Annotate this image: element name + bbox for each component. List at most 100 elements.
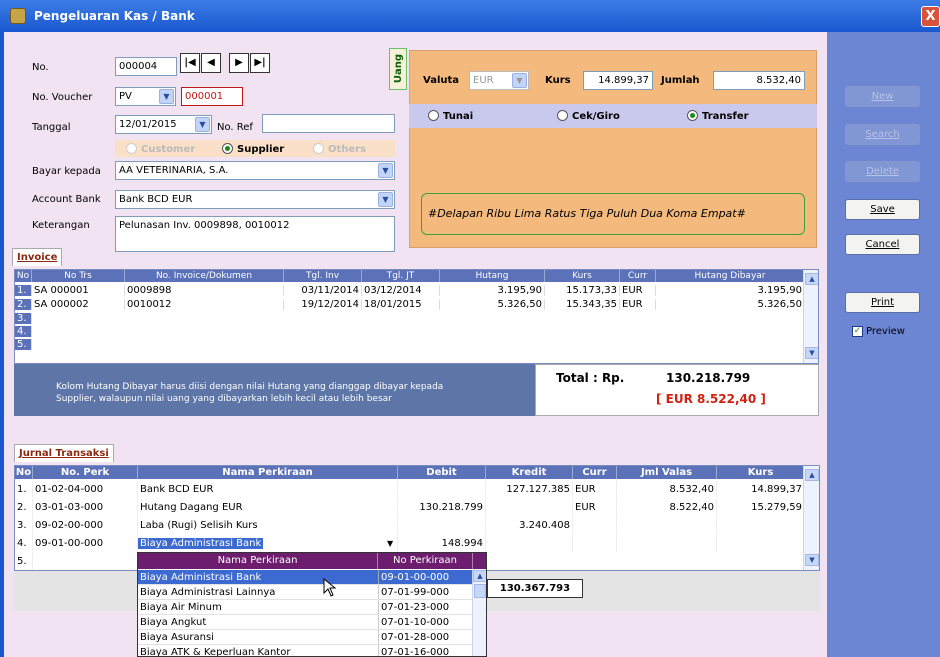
dropdown-item[interactable]: Biaya Administrasi Lainnya 07-01-99-000	[138, 585, 473, 600]
invoice-scrollbar[interactable]: ▲ ▼	[803, 270, 818, 363]
col-header: Debit	[398, 466, 486, 479]
scroll-down-icon[interactable]: ▼	[805, 347, 818, 359]
title-bar: Pengeluaran Kas / Bank X	[0, 0, 940, 32]
jurnal-header: No No. Perk Nama Perkiraan Debit Kredit …	[15, 466, 805, 479]
col-header: Tgl. Inv	[284, 270, 362, 282]
kurs-label: Kurs	[545, 75, 571, 86]
tab-uang[interactable]: Uang	[389, 48, 407, 90]
no-label: No.	[32, 62, 49, 73]
info-line-1: Kolom Hutang Dibayar harus diisi dengan …	[56, 382, 444, 392]
radio-tunai[interactable]: Tunai	[428, 110, 473, 122]
voucher-label: No. Voucher	[32, 92, 93, 103]
dropdown-item[interactable]: Biaya ATK & Keperluan Kantor 07-01-16-000	[138, 645, 473, 656]
dropdown-scrollbar[interactable]: ▲	[472, 569, 486, 656]
bayar-kepada-select[interactable]: AA VETERINARIA, S.A.	[115, 161, 395, 180]
radio-icon	[313, 143, 324, 154]
radio-icon	[428, 110, 439, 121]
dropdown-item[interactable]: Biaya Administrasi Bank 09-01-00-000	[138, 570, 473, 585]
invoice-header: No No Trs No. Invoice/Dokumen Tgl. Inv T…	[15, 270, 805, 282]
table-row[interactable]: 3. 09-02-00-000 Laba (Rugi) Selisih Kurs 3.…	[15, 517, 805, 534]
terbilang-text: #Delapan Ribu Lima Ratus Tiga Puluh Dua …	[421, 193, 805, 235]
jumlah-label: Jumlah	[661, 75, 700, 86]
col-header: Nama Perkiraan	[138, 466, 398, 479]
table-row[interactable]: 1. 01-02-04-000 Bank BCD EUR 127.127.385 EUR…	[15, 481, 805, 498]
radio-customer[interactable]: Customer	[126, 143, 195, 155]
noref-field[interactable]	[262, 114, 395, 133]
kurs-field[interactable]: 14.899,37	[583, 71, 653, 90]
radio-others[interactable]: Others	[313, 143, 366, 155]
col-header: Hutang	[440, 270, 545, 282]
next-record-button[interactable]: ▶	[229, 53, 249, 73]
nama-perkiraan-editor[interactable]: Biaya Administrasi Bank	[138, 538, 264, 549]
dropdown-header: Nama Perkiraan No Perkiraan	[138, 553, 486, 569]
table-row[interactable]: 5.	[15, 339, 805, 350]
close-button[interactable]: X	[921, 6, 940, 27]
bayar-label: Bayar kepada	[32, 166, 101, 177]
col-header: No	[15, 270, 32, 282]
radio-checked-icon	[687, 110, 698, 121]
scroll-thumb[interactable]	[474, 584, 486, 598]
col-header: No Perkiraan	[378, 553, 473, 569]
tanggal-label: Tanggal	[32, 122, 71, 133]
perkiraan-dropdown[interactable]: Nama Perkiraan No Perkiraan Biaya Admini…	[137, 552, 487, 657]
chevron-down-icon[interactable]: ▼	[378, 192, 393, 207]
radio-supplier[interactable]: Supplier	[222, 143, 284, 155]
table-row[interactable]: 2. SA 000002 0010012 19/12/2014 18/01/2015 5.…	[15, 299, 805, 310]
keterangan-field[interactable]: Pelunasan Inv. 0009898, 0010012	[115, 216, 395, 252]
first-record-button[interactable]: |◀	[180, 53, 200, 73]
chevron-down-icon[interactable]: ▼	[378, 163, 393, 178]
cancel-button[interactable]: Cancel	[845, 234, 920, 255]
total-eur: [ EUR 8.522,40 ]	[656, 392, 766, 406]
jurnal-total: 130.367.793	[487, 579, 583, 598]
radio-cek-giro[interactable]: Cek/Giro	[557, 110, 620, 122]
invoice-info-note: Kolom Hutang Dibayar harus diisi dengan …	[14, 364, 535, 416]
dropdown-item[interactable]: Biaya Angkut 07-01-10-000	[138, 615, 473, 630]
table-row[interactable]: 1. SA 000001 0009898 03/11/2014 03/12/2014 3.…	[15, 285, 805, 296]
scroll-up-icon[interactable]: ▲	[805, 469, 819, 481]
prev-record-button[interactable]: ◀	[201, 53, 221, 73]
keterangan-label: Keterangan	[32, 220, 90, 231]
last-record-button[interactable]: ▶|	[250, 53, 270, 73]
calendar-dropdown-icon[interactable]: ▼	[195, 117, 210, 132]
preview-checkbox[interactable]: ✓	[852, 326, 863, 337]
search-button[interactable]: Search	[845, 124, 920, 145]
scroll-up-icon[interactable]: ▲	[473, 570, 486, 582]
chevron-down-icon[interactable]: ▼	[159, 89, 174, 104]
delete-button[interactable]: Delete	[845, 161, 920, 182]
table-row[interactable]: 2. 03-01-03-000 Hutang Dagang EUR 130.218.7…	[15, 499, 805, 516]
window-title: Pengeluaran Kas / Bank	[34, 9, 195, 23]
mouse-cursor-icon	[323, 578, 337, 597]
jurnal-scrollbar[interactable]: ▲ ▼	[803, 466, 819, 570]
col-header: No	[15, 466, 33, 479]
account-bank-select[interactable]: Bank BCD EUR	[115, 190, 395, 209]
col-header: Tgl. JT	[362, 270, 440, 282]
total-label: Total : Rp.	[556, 371, 625, 385]
dropdown-item[interactable]: Biaya Asuransi 07-01-28-000	[138, 630, 473, 645]
col-header: Kurs	[717, 466, 805, 479]
print-button[interactable]: Print	[845, 292, 920, 313]
radio-checked-icon	[222, 143, 233, 154]
save-button[interactable]: Save	[845, 199, 920, 220]
col-header: No Trs	[32, 270, 125, 282]
voucher-number-field[interactable]: 000001	[181, 87, 243, 106]
col-header: Nama Perkiraan	[138, 553, 378, 569]
no-field[interactable]: 000004	[115, 57, 177, 76]
table-row[interactable]: 3.	[15, 313, 805, 324]
col-header: Jml Valas	[617, 466, 717, 479]
dropdown-item[interactable]: Biaya Air Minum 07-01-23-000	[138, 600, 473, 615]
scroll-down-icon[interactable]: ▼	[805, 554, 819, 566]
col-header: No. Perk	[33, 466, 138, 479]
chevron-down-icon[interactable]: ▼	[387, 535, 393, 552]
col-header: No. Invoice/Dokumen	[125, 270, 284, 282]
table-row[interactable]: 4.	[15, 326, 805, 337]
jumlah-field[interactable]: 8.532,40	[713, 71, 805, 90]
table-row[interactable]: 4. 09-01-00-000 Biaya Administrasi Bank ▼ 14…	[15, 535, 805, 552]
total-value: 130.218.799	[666, 371, 751, 385]
valuta-label: Valuta	[423, 75, 460, 86]
radio-transfer[interactable]: Transfer	[687, 110, 749, 122]
new-button[interactable]: New	[845, 86, 920, 107]
chevron-down-icon[interactable]: ▼	[512, 73, 527, 88]
tab-jurnal-transaksi[interactable]: Jurnal Transaksi	[14, 444, 114, 462]
scroll-up-icon[interactable]: ▲	[805, 273, 818, 285]
tab-invoice[interactable]: Invoice	[12, 248, 63, 266]
